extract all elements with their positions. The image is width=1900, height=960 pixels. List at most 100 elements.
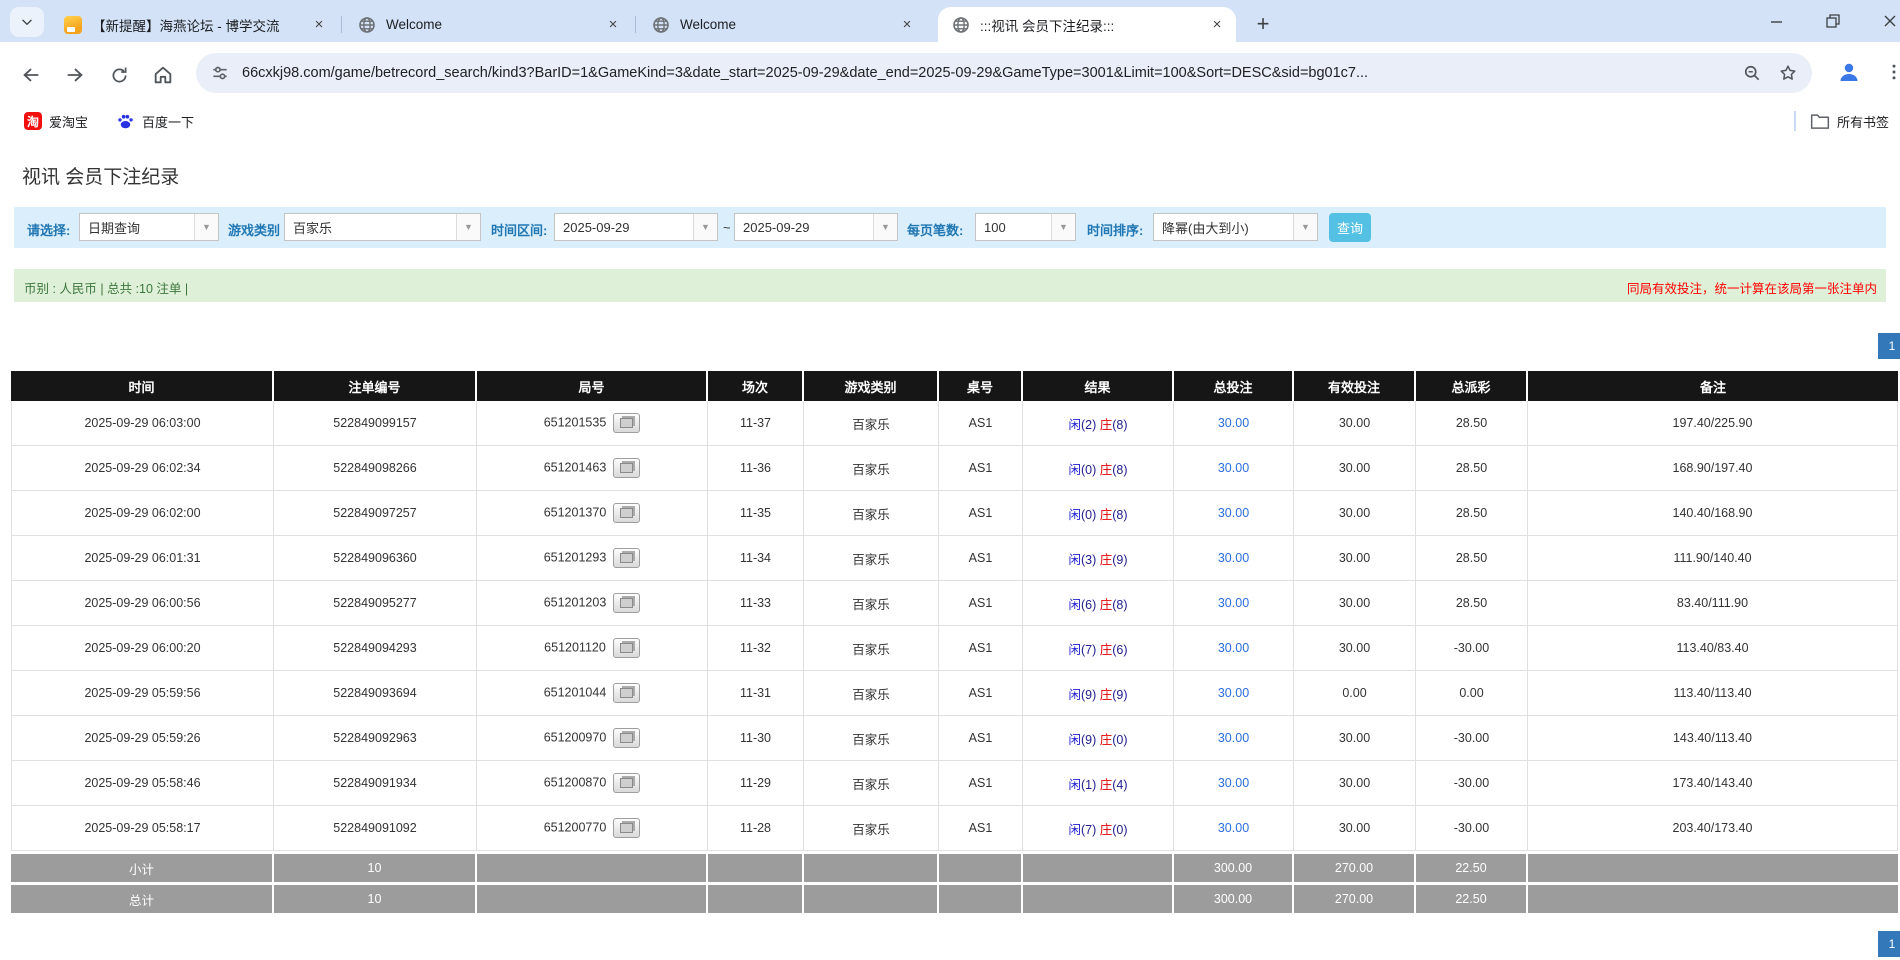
cell-time: 2025-09-29 05:59:26: [11, 716, 274, 761]
all-bookmarks-button[interactable]: 所有书签: [1810, 109, 1889, 133]
dropdown-arrow-icon[interactable]: ▼: [456, 214, 480, 240]
window-close-button[interactable]: [1867, 0, 1900, 42]
round-replay-button[interactable]: [613, 548, 640, 568]
filter-bar: 请选择: 日期查询 ▼ 游戏类别 百家乐 ▼ 时间区间: 2025-09-29 …: [14, 207, 1886, 248]
tab-forum[interactable]: 【新提醒】海燕论坛 - 博学交流 ×: [50, 7, 338, 42]
result-player-label: 闲: [1068, 418, 1081, 432]
site-info-icon[interactable]: [210, 63, 230, 83]
round-replay-button[interactable]: [613, 818, 640, 838]
dropdown-arrow-icon[interactable]: ▼: [1293, 214, 1317, 240]
result-player-label: 闲: [1068, 598, 1081, 612]
valid-bet-notice: 同局有效投注，统一计算在该局第一张注单内: [1627, 278, 1877, 297]
query-type-select[interactable]: 日期查询 ▼: [79, 213, 219, 241]
date-end-select[interactable]: 2025-09-29 ▼: [734, 213, 898, 241]
table-row: 2025-09-29 06:02:00522849097257651201370…: [11, 491, 1898, 536]
dropdown-arrow-icon[interactable]: ▼: [693, 214, 717, 240]
cell-valid-bet: 30.00: [1294, 716, 1416, 761]
round-replay-button[interactable]: [613, 638, 640, 658]
select-type-label: 请选择:: [27, 220, 70, 239]
round-replay-button[interactable]: [613, 728, 640, 748]
cell-bet-number: 522849091092: [274, 806, 477, 851]
cell-bet-number: 522849094293: [274, 626, 477, 671]
cell-remark: 197.40/225.90: [1528, 401, 1898, 446]
footer-cell: [939, 851, 1023, 882]
home-button[interactable]: [146, 58, 180, 92]
cell-payout: 28.50: [1416, 581, 1528, 626]
cell-round-number: 651201370: [477, 491, 708, 536]
cell-payout: 28.50: [1416, 446, 1528, 491]
zoom-icon[interactable]: [1742, 63, 1762, 83]
total-bet-link[interactable]: 30.00: [1218, 821, 1249, 835]
tab-close-icon[interactable]: ×: [898, 16, 916, 34]
cell-remark: 203.40/173.40: [1528, 806, 1898, 851]
total-bet-link[interactable]: 30.00: [1218, 596, 1249, 610]
cell-valid-bet: 30.00: [1294, 446, 1416, 491]
round-replay-button[interactable]: [613, 683, 640, 703]
back-button[interactable]: [14, 58, 48, 92]
game-type-value: 百家乐: [285, 218, 456, 237]
forward-button[interactable]: [58, 58, 92, 92]
search-button[interactable]: 查询: [1329, 213, 1371, 242]
tab-welcome-1[interactable]: Welcome ×: [344, 7, 632, 42]
tab-close-icon[interactable]: ×: [310, 16, 328, 34]
round-replay-button[interactable]: [613, 458, 640, 478]
column-header: 结果: [1023, 371, 1174, 401]
tab-close-icon[interactable]: ×: [1208, 16, 1226, 34]
total-bet-link[interactable]: 30.00: [1218, 686, 1249, 700]
total-bet-link[interactable]: 30.00: [1218, 506, 1249, 520]
cell-total-bet: 30.00: [1174, 401, 1294, 446]
bookmark-star-icon[interactable]: [1778, 63, 1798, 83]
result-player-label: 闲: [1068, 733, 1081, 747]
tab-close-icon[interactable]: ×: [604, 16, 622, 34]
round-replay-button[interactable]: [613, 773, 640, 793]
reload-button[interactable]: [102, 58, 136, 92]
round-number-text: 651201293: [544, 550, 607, 564]
page-size-select[interactable]: 100 ▼: [975, 213, 1076, 241]
pagination-page-1[interactable]: 1: [1878, 931, 1900, 957]
footer-cell: [1528, 882, 1898, 913]
result-banker-label: 庄: [1096, 688, 1112, 702]
total-bet-link[interactable]: 30.00: [1218, 551, 1249, 565]
dropdown-arrow-icon[interactable]: ▼: [194, 214, 218, 240]
round-replay-button[interactable]: [613, 503, 640, 523]
url-text[interactable]: 66cxkj98.com/game/betrecord_search/kind3…: [242, 65, 1742, 81]
browser-menu-button[interactable]: [1878, 56, 1900, 88]
cell-session: 11-28: [708, 806, 804, 851]
total-bet-link[interactable]: 30.00: [1218, 731, 1249, 745]
dropdown-arrow-icon[interactable]: ▼: [1051, 214, 1075, 240]
profile-icon: [1837, 60, 1861, 84]
date-start-select[interactable]: 2025-09-29 ▼: [554, 213, 718, 241]
round-replay-button[interactable]: [613, 593, 640, 613]
round-replay-button[interactable]: [613, 413, 640, 433]
sort-value: 降幂(由大到小): [1154, 218, 1293, 237]
tab-bet-records-active[interactable]: :::视讯 会员下注纪录::: ×: [938, 7, 1236, 42]
sort-select[interactable]: 降幂(由大到小) ▼: [1153, 213, 1318, 241]
total-bet-link[interactable]: 30.00: [1218, 776, 1249, 790]
bookmark-taobao[interactable]: 淘 爱淘宝: [24, 109, 88, 133]
cell-game-type: 百家乐: [804, 806, 939, 851]
tab-search-chevron-button[interactable]: [10, 7, 44, 37]
cell-table-number: AS1: [939, 536, 1023, 581]
new-tab-button[interactable]: +: [1248, 9, 1278, 39]
total-bet-link[interactable]: 30.00: [1218, 416, 1249, 430]
result-banker-label: 庄: [1096, 598, 1112, 612]
cell-round-number: 651201044: [477, 671, 708, 716]
minimize-button[interactable]: [1753, 0, 1799, 42]
column-header: 场次: [708, 371, 804, 401]
pagination-page-1[interactable]: 1: [1878, 333, 1900, 359]
address-bar[interactable]: 66cxkj98.com/game/betrecord_search/kind3…: [196, 53, 1812, 93]
table-row: 2025-09-29 06:01:31522849096360651201293…: [11, 536, 1898, 581]
dropdown-arrow-icon[interactable]: ▼: [873, 214, 897, 240]
footer-cell: 10: [274, 882, 477, 913]
bookmark-baidu[interactable]: 百度一下: [116, 109, 194, 133]
restore-button[interactable]: [1810, 0, 1856, 42]
profile-button[interactable]: [1833, 56, 1865, 88]
tab-welcome-2[interactable]: Welcome ×: [638, 7, 926, 42]
total-bet-link[interactable]: 30.00: [1218, 641, 1249, 655]
game-type-select[interactable]: 百家乐 ▼: [284, 213, 481, 241]
cell-result: 闲(2) 庄(8): [1023, 401, 1174, 446]
sort-label: 时间排序:: [1087, 220, 1143, 239]
total-bet-link[interactable]: 30.00: [1218, 461, 1249, 475]
cell-session: 11-35: [708, 491, 804, 536]
result-banker-label: 庄: [1096, 643, 1112, 657]
